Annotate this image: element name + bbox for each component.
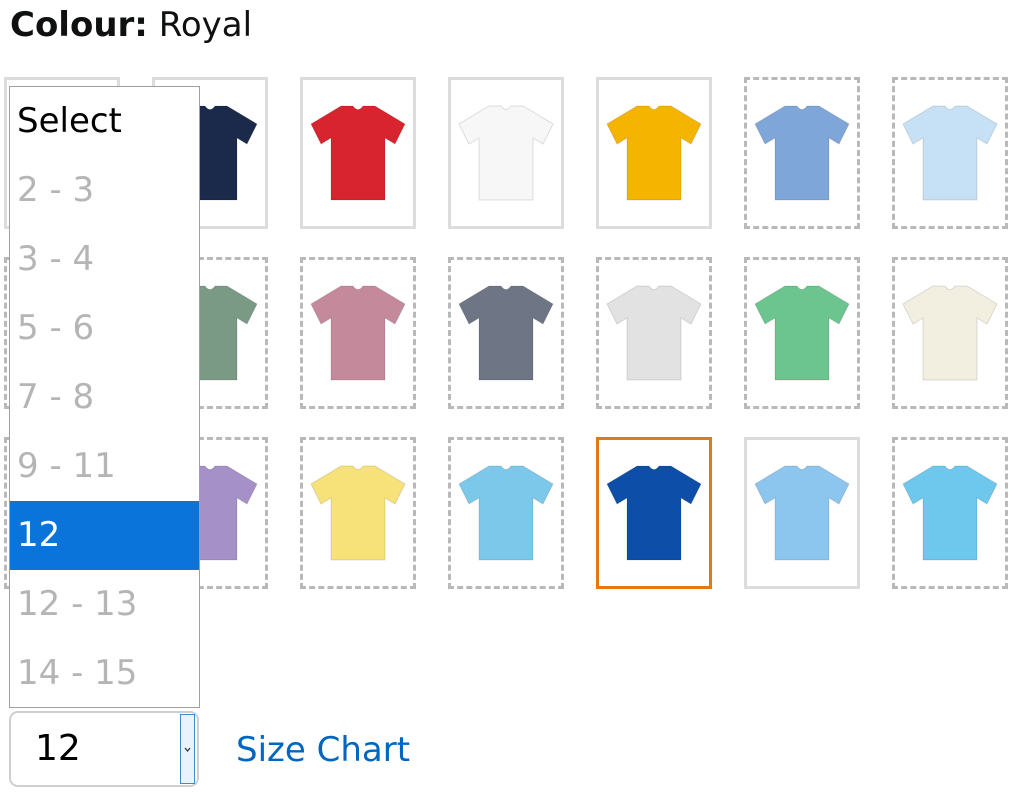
colour-swatch[interactable] xyxy=(892,437,1008,589)
size-option: 12 - 13 xyxy=(17,584,138,624)
tshirt-icon xyxy=(754,465,850,561)
colour-value: Royal xyxy=(158,5,253,45)
colour-swatch[interactable] xyxy=(448,437,564,589)
colour-swatch[interactable] xyxy=(596,77,712,229)
tshirt-icon xyxy=(754,285,850,381)
colour-swatch[interactable] xyxy=(596,437,712,589)
tshirt-icon xyxy=(606,465,702,561)
size-chart-link[interactable]: Size Chart xyxy=(236,728,410,772)
colour-swatch[interactable] xyxy=(892,257,1008,409)
size-option: 9 - 11 xyxy=(17,446,116,486)
tshirt-icon xyxy=(606,105,702,201)
size-option: 14 - 15 xyxy=(17,653,138,693)
tshirt-icon xyxy=(902,465,998,561)
product-variation-panel: Colour: Royal Select 2 - 3 3 - 4 5 - 6 7 - 8… xyxy=(0,0,1021,798)
tshirt-icon xyxy=(458,285,554,381)
tshirt-icon xyxy=(310,105,406,201)
colour-label: Colour: xyxy=(10,5,148,45)
size-select[interactable]: 12 xyxy=(9,711,199,787)
size-option: 5 - 6 xyxy=(17,308,95,348)
size-option: 7 - 8 xyxy=(17,377,95,417)
colour-swatch[interactable] xyxy=(448,257,564,409)
colour-swatch[interactable] xyxy=(448,77,564,229)
tshirt-icon xyxy=(458,465,554,561)
size-option[interactable]: 12 xyxy=(10,501,199,570)
colour-swatch[interactable] xyxy=(892,77,1008,229)
size-option[interactable]: Select xyxy=(10,87,199,156)
colour-swatch[interactable] xyxy=(300,257,416,409)
colour-swatch[interactable] xyxy=(300,437,416,589)
chevron-down-icon[interactable] xyxy=(180,714,195,784)
size-option: 3 - 4 xyxy=(17,239,95,279)
colour-swatch[interactable] xyxy=(744,437,860,589)
colour-heading: Colour: Royal xyxy=(10,2,252,48)
size-option: 2 - 3 xyxy=(17,170,95,210)
tshirt-icon xyxy=(310,465,406,561)
colour-swatch[interactable] xyxy=(744,257,860,409)
colour-swatch[interactable] xyxy=(300,77,416,229)
tshirt-icon xyxy=(754,105,850,201)
tshirt-icon xyxy=(902,285,998,381)
colour-swatch[interactable] xyxy=(744,77,860,229)
tshirt-icon xyxy=(606,285,702,381)
size-select-value: 12 xyxy=(35,728,81,769)
size-dropdown-list[interactable]: Select 2 - 3 3 - 4 5 - 6 7 - 8 9 - 11 12 12 - 1… xyxy=(9,86,200,708)
tshirt-icon xyxy=(458,105,554,201)
tshirt-icon xyxy=(310,285,406,381)
colour-swatch[interactable] xyxy=(596,257,712,409)
tshirt-icon xyxy=(902,105,998,201)
